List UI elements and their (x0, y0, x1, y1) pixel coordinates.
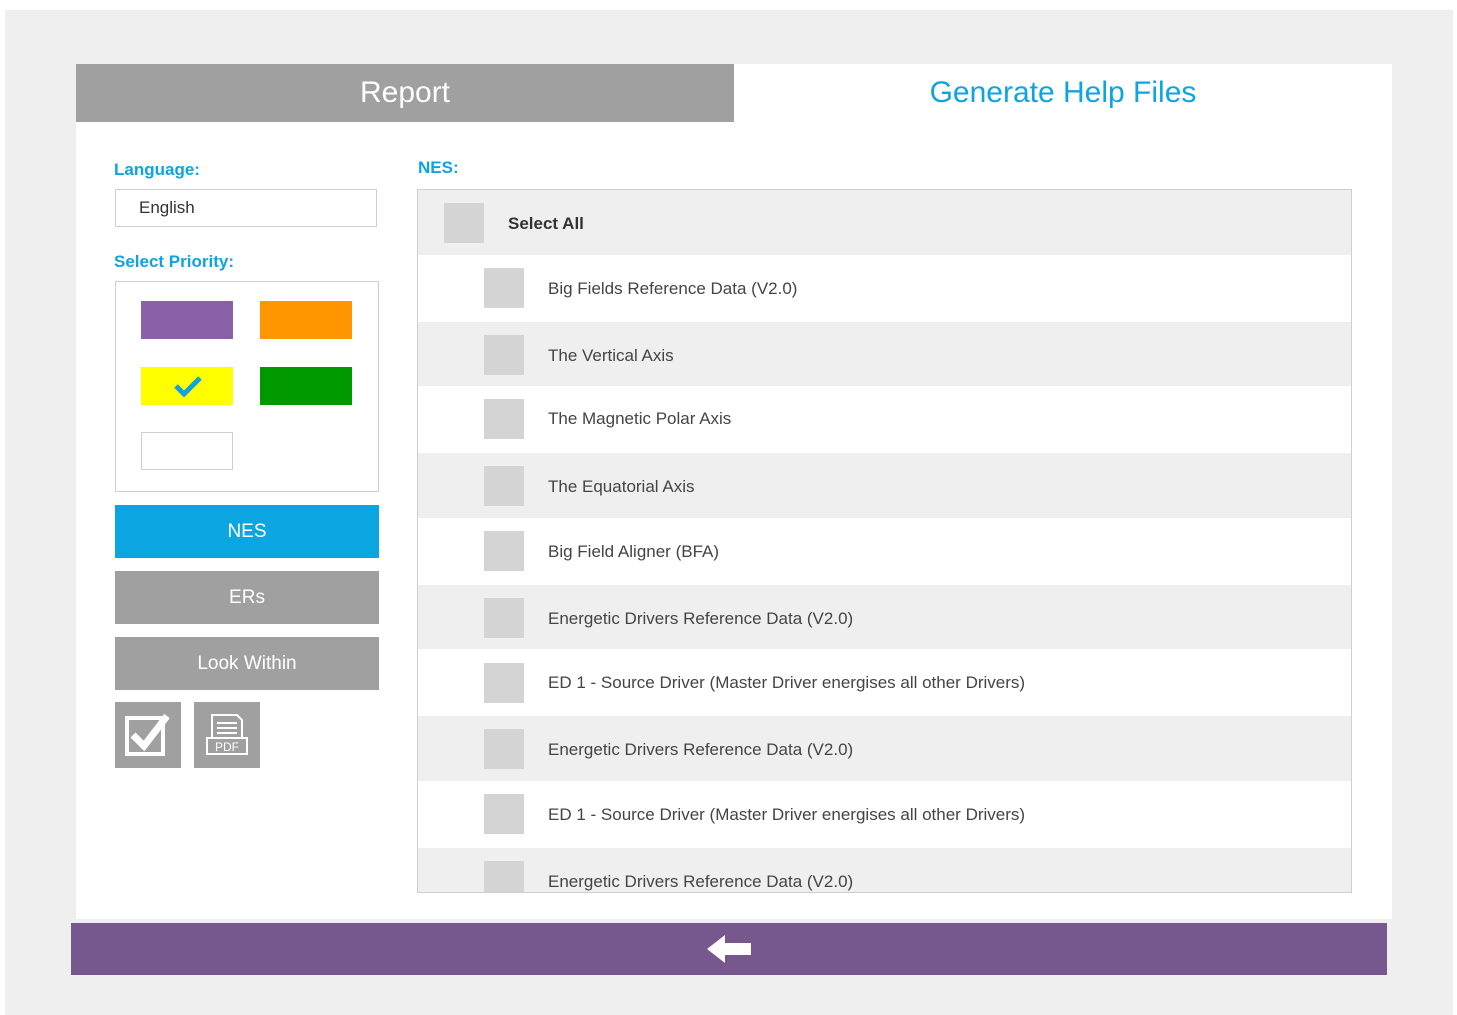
list-item-checkbox[interactable] (484, 335, 524, 375)
list-item-checkbox[interactable] (484, 663, 524, 703)
list-item-checkbox[interactable] (484, 399, 524, 439)
priority-swatch-white[interactable] (141, 432, 233, 470)
select-all-row[interactable]: Select All (418, 190, 1351, 255)
list-item-label: The Equatorial Axis (548, 477, 695, 496)
list-item-label: The Vertical Axis (548, 346, 674, 365)
ers-button[interactable]: ERs (115, 571, 379, 624)
back-arrow-icon (707, 935, 751, 963)
list-item[interactable]: Energetic Drivers Reference Data (V2.0) (418, 848, 1351, 892)
priority-swatch-purple[interactable] (141, 301, 233, 339)
priority-swatch-green[interactable] (260, 367, 352, 405)
list-item-label: Energetic Drivers Reference Data (V2.0) (548, 609, 854, 628)
list-item-checkbox[interactable] (484, 861, 524, 892)
list-item-checkbox[interactable] (484, 729, 524, 769)
select-all-checkbox[interactable] (444, 203, 484, 243)
list-item-checkbox[interactable] (484, 794, 524, 834)
language-label: Language: (114, 160, 200, 179)
nes-button[interactable]: NES (115, 505, 379, 558)
priority-swatch-yellow[interactable] (141, 367, 233, 405)
list-item-label: Big Fields Reference Data (V2.0) (548, 279, 798, 298)
select-all-label: Select All (508, 214, 584, 233)
list-item[interactable]: ED 1 - Source Driver (Master Driver ener… (418, 649, 1351, 716)
list-item[interactable]: The Equatorial Axis (418, 453, 1351, 518)
list-item-label: Energetic Drivers Reference Data (V2.0) (548, 740, 854, 759)
list-item-label: Energetic Drivers Reference Data (V2.0) (548, 872, 854, 891)
list-item[interactable]: Energetic Drivers Reference Data (V2.0) (418, 585, 1351, 649)
list-item-label: ED 1 - Source Driver (Master Driver ener… (548, 805, 1026, 824)
priority-swatch-orange[interactable] (260, 301, 352, 339)
list-item-checkbox[interactable] (484, 531, 524, 571)
export-pdf-button[interactable]: PDF (194, 702, 260, 768)
look-within-button[interactable]: Look Within (115, 637, 379, 690)
list-item[interactable]: ED 1 - Source Driver (Master Driver ener… (418, 781, 1351, 848)
list-item-label: Big Field Aligner (BFA) (548, 542, 720, 561)
main-panel: Report Generate Help Files Language: Sel… (76, 64, 1392, 919)
nes-list[interactable]: Select All Big Fields Reference Data (V2… (417, 189, 1352, 893)
app-background: Report Generate Help Files Language: Sel… (5, 10, 1453, 1015)
checkbox-icon (125, 713, 170, 756)
list-item[interactable]: Big Field Aligner (BFA) (418, 518, 1351, 585)
pdf-icon-label: PDF (215, 740, 239, 754)
list-item[interactable]: The Vertical Axis (418, 322, 1351, 386)
language-input[interactable] (115, 189, 377, 227)
nes-list-label: NES: (418, 158, 459, 177)
pdf-icon: PDF (206, 714, 248, 755)
select-priority-label: Select Priority: (114, 252, 234, 271)
list-item-label: ED 1 - Source Driver (Master Driver ener… (548, 673, 1026, 692)
checkmark-icon (174, 376, 202, 397)
list-item-checkbox[interactable] (484, 466, 524, 506)
list-item-checkbox[interactable] (484, 598, 524, 638)
select-checkbox-button[interactable] (115, 702, 181, 768)
tab-generate-help-files[interactable]: Generate Help Files (734, 64, 1392, 122)
tab-report[interactable]: Report (76, 64, 734, 122)
back-bar[interactable] (71, 923, 1387, 975)
list-item[interactable]: Energetic Drivers Reference Data (V2.0) (418, 716, 1351, 781)
list-item-label: The Magnetic Polar Axis (548, 409, 732, 428)
list-item-checkbox[interactable] (484, 268, 524, 308)
priority-box (115, 281, 379, 492)
list-item[interactable]: The Magnetic Polar Axis (418, 386, 1351, 453)
list-item[interactable]: Big Fields Reference Data (V2.0) (418, 255, 1351, 322)
